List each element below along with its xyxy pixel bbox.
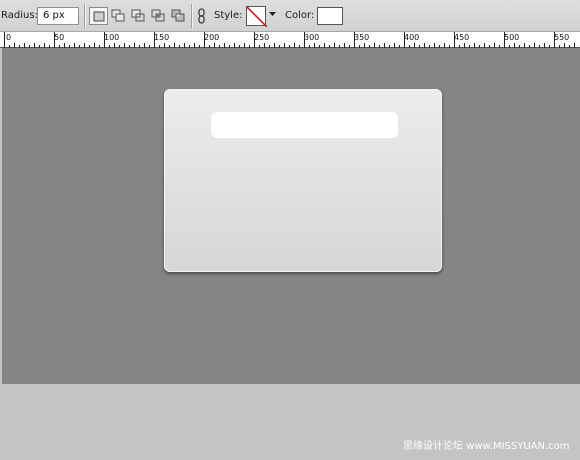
ruler-label: 300: [304, 33, 320, 42]
rounded-rectangle-inset[interactable]: [211, 112, 398, 138]
style-picker[interactable]: [246, 6, 267, 27]
subtract-shape-button[interactable]: [129, 7, 148, 25]
exclude-overlap-button[interactable]: [169, 7, 188, 25]
ruler-label: 200: [204, 33, 220, 42]
rounded-rectangle-shape[interactable]: [164, 89, 442, 272]
ruler-label: 50: [54, 33, 65, 42]
watermark: 思缘设计论坛 www.MISSYUAN.com: [403, 441, 570, 452]
ruler-label: 150: [154, 33, 170, 42]
dropdown-arrow-icon[interactable]: [269, 12, 276, 17]
toolbar-separator: [84, 4, 85, 28]
style-label: Style:: [214, 10, 243, 21]
subtract-shape-icon: [131, 9, 145, 22]
ruler-label: 450: [454, 33, 470, 42]
intersect-shape-icon: [151, 9, 165, 22]
intersect-shape-button[interactable]: [149, 7, 168, 25]
ruler-label: 350: [354, 33, 370, 42]
ruler-label: 550: [554, 33, 570, 42]
new-layer-icon: [93, 11, 105, 22]
no-style-icon: [247, 7, 267, 27]
ruler-ticks: [4, 32, 575, 48]
toolbar-separator: [191, 4, 192, 28]
new-layer-mode-button[interactable]: [89, 7, 108, 25]
color-swatch[interactable]: [317, 7, 343, 25]
radius-label: Radius:: [1, 10, 38, 21]
horizontal-ruler: 0 50 100 150 200 250 300 350 400 450 500…: [0, 32, 580, 48]
radius-input[interactable]: 6 px: [37, 7, 79, 25]
add-to-shape-icon: [111, 9, 125, 22]
color-label: Color:: [285, 10, 315, 21]
document-canvas[interactable]: [2, 48, 580, 384]
ruler-label: 100: [104, 33, 120, 42]
ruler-label: 0: [6, 33, 12, 42]
ruler-label: 500: [504, 33, 520, 42]
ruler-label: 400: [404, 33, 420, 42]
add-to-shape-button[interactable]: [109, 7, 128, 25]
ruler-label: 250: [254, 33, 270, 42]
exclude-overlap-icon: [171, 9, 185, 22]
options-bar: Radius: 6 px Style: Color:: [0, 0, 580, 32]
link-icon[interactable]: [197, 8, 206, 24]
